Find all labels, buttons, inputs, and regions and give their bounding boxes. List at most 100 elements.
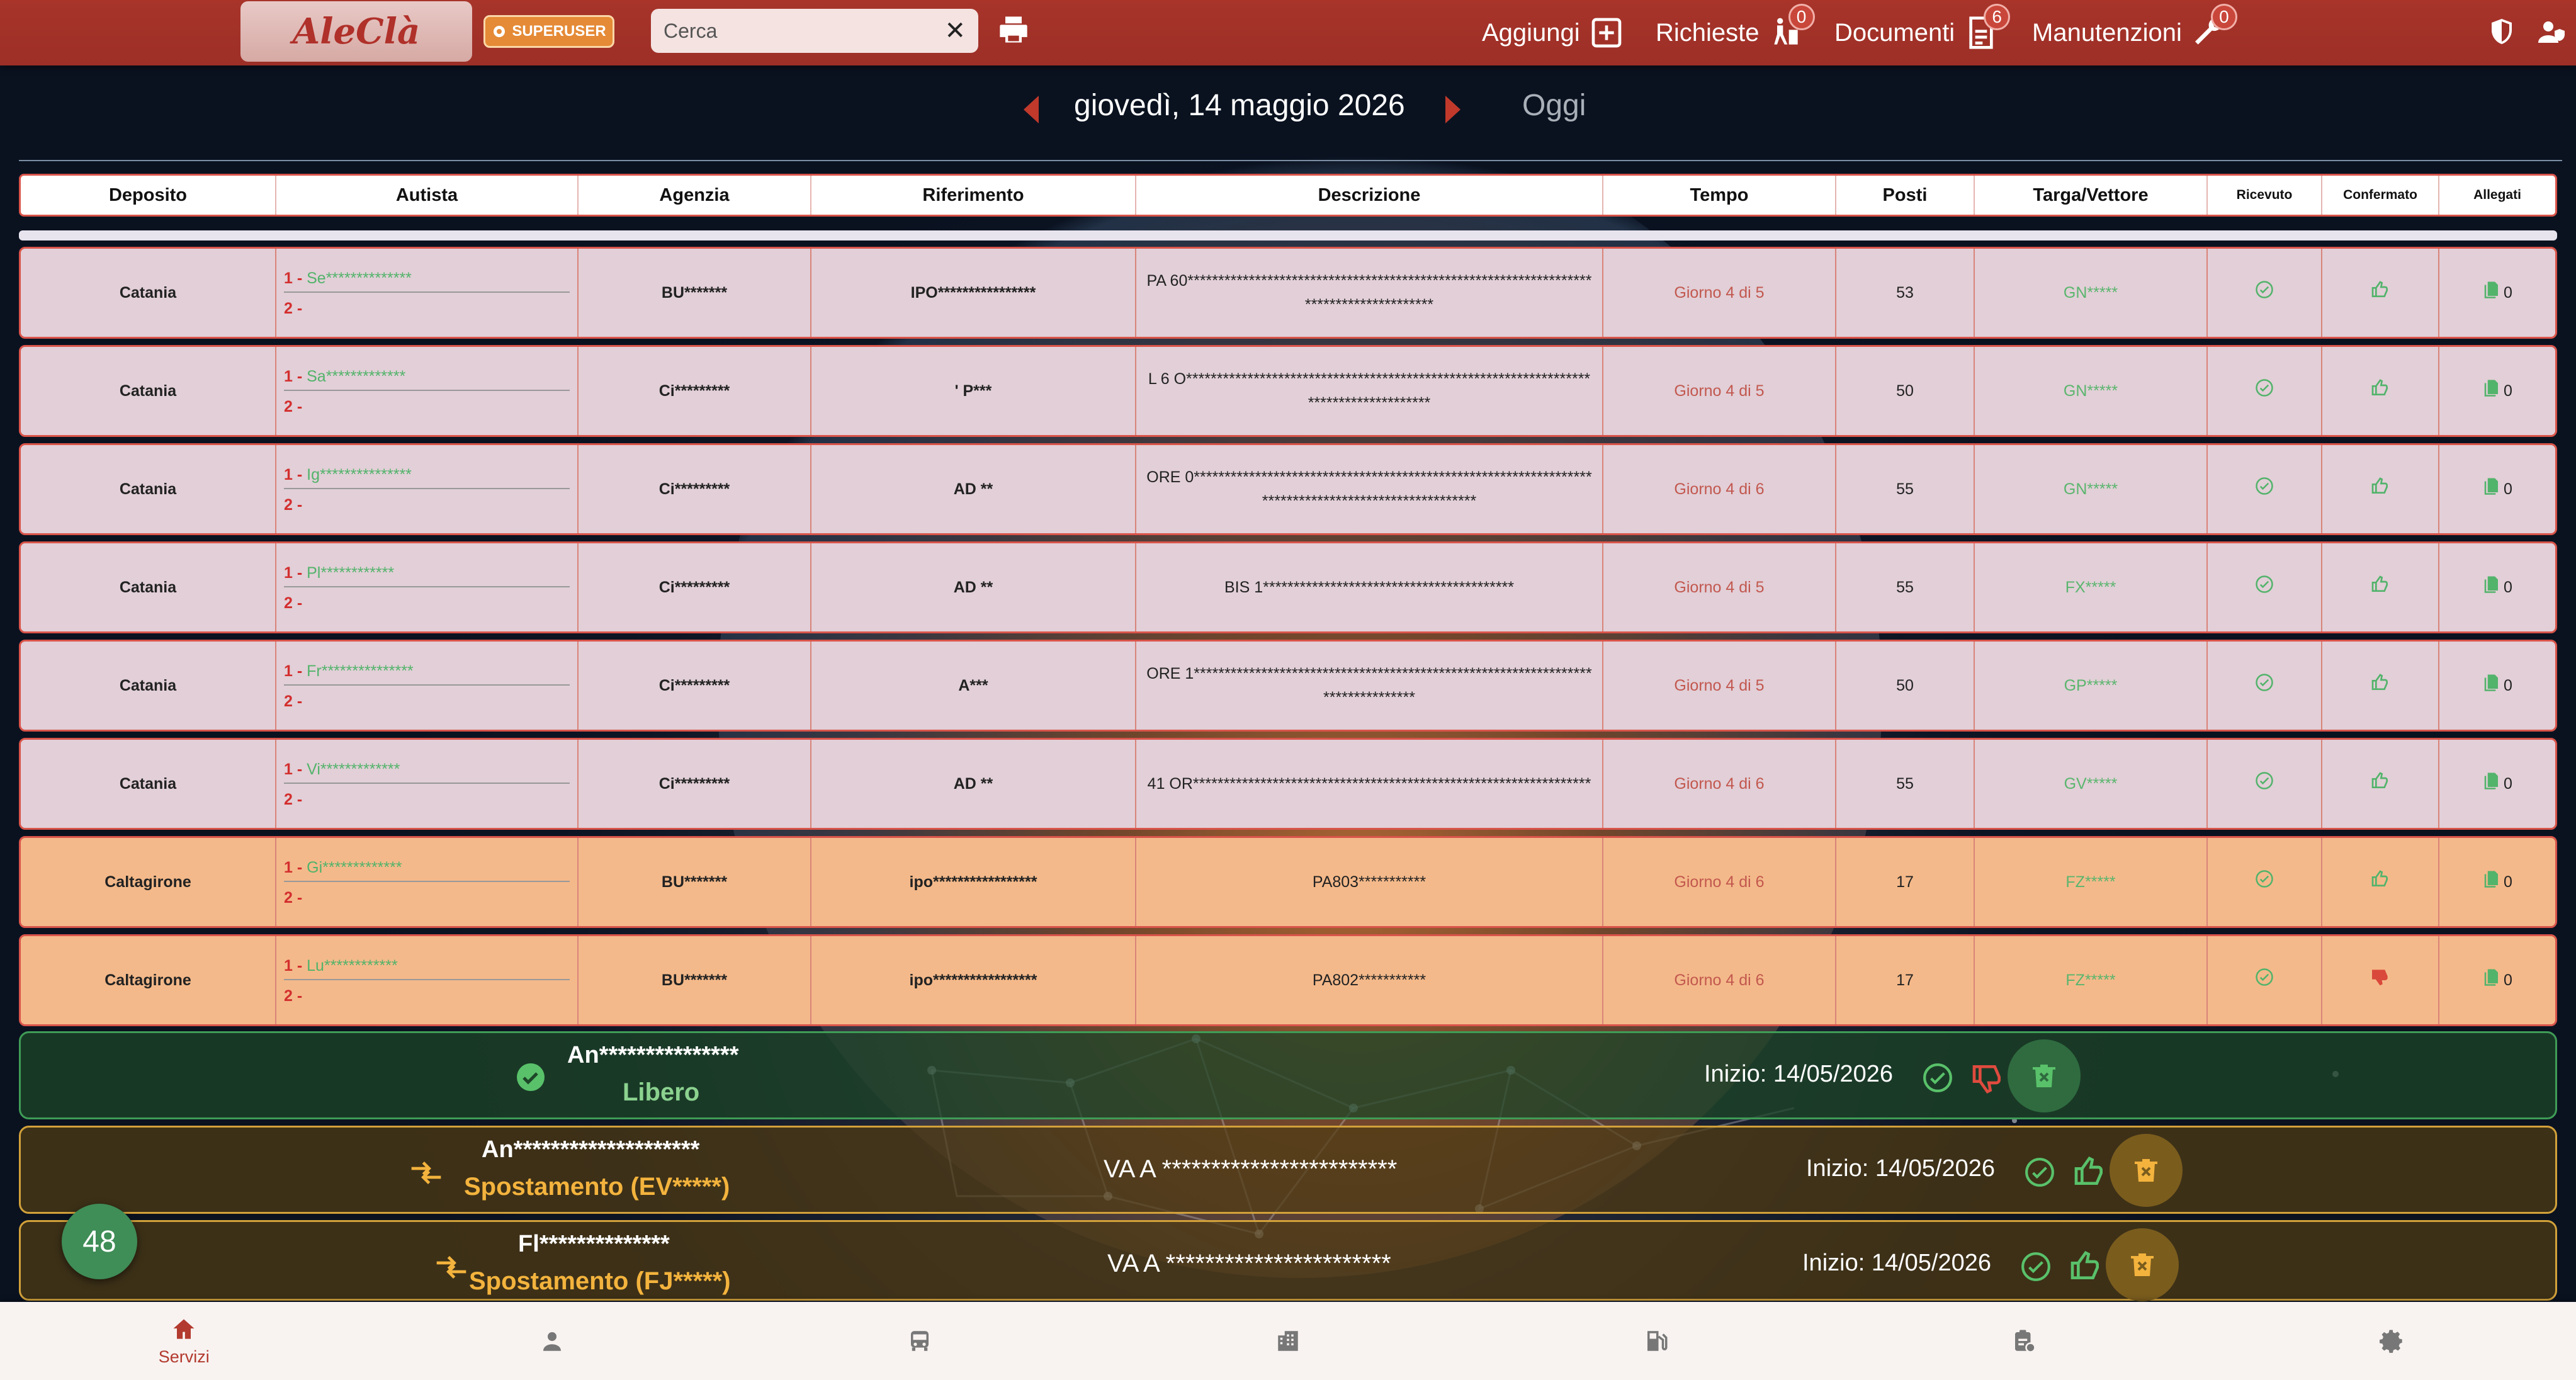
cell-targa[interactable]: FX***** bbox=[1975, 543, 2208, 631]
cell-allegati[interactable]: 0 bbox=[2439, 445, 2555, 533]
cell-ricevuto[interactable] bbox=[2208, 249, 2322, 337]
cell-confermato[interactable] bbox=[2322, 936, 2439, 1024]
received-check-icon[interactable] bbox=[2255, 477, 2274, 502]
cell-autista[interactable]: 1 - Ig*************** 2 - bbox=[276, 445, 579, 533]
table-row[interactable]: Catania 1 - Pl************ 2 - Ci********* A… bbox=[19, 541, 2557, 633]
cell-autista[interactable]: 1 - Lu************ 2 - bbox=[276, 936, 579, 1024]
cell-targa[interactable]: GV***** bbox=[1975, 740, 2208, 828]
driver-1[interactable]: 1 - Fr*************** bbox=[284, 657, 570, 686]
count-fab[interactable]: 48 bbox=[62, 1204, 137, 1279]
col-posti[interactable]: Posti bbox=[1836, 176, 1975, 215]
bottom-nav-mezzi[interactable] bbox=[736, 1302, 1104, 1380]
cell-ricevuto[interactable] bbox=[2208, 347, 2322, 435]
cell-targa[interactable]: FZ***** bbox=[1975, 838, 2208, 926]
nav-aggiungi[interactable]: Aggiungi bbox=[1482, 15, 1624, 50]
delete-button[interactable] bbox=[2008, 1039, 2081, 1112]
col-targa[interactable]: Targa/Vettore bbox=[1975, 176, 2208, 215]
attachment-icon[interactable] bbox=[2482, 966, 2501, 995]
received-check-icon[interactable] bbox=[2255, 968, 2274, 993]
thumb-down-icon[interactable] bbox=[2370, 967, 2390, 994]
cell-autista[interactable]: 1 - Sa************* 2 - bbox=[276, 347, 579, 435]
cell-confermato[interactable] bbox=[2322, 642, 2439, 730]
cell-targa[interactable]: FZ***** bbox=[1975, 936, 2208, 1024]
nav-manutenzioni[interactable]: Manutenzioni 0 bbox=[2032, 4, 2237, 50]
bottom-nav-impostazioni[interactable] bbox=[2208, 1302, 2576, 1380]
thumb-up-icon[interactable] bbox=[2370, 672, 2390, 699]
cell-allegati[interactable]: 0 bbox=[2439, 838, 2555, 926]
col-allegati[interactable]: Allegati bbox=[2439, 176, 2555, 215]
thumb-up-icon[interactable] bbox=[2370, 280, 2390, 307]
driver-1[interactable]: 1 - Gi************* bbox=[284, 853, 570, 882]
cell-confermato[interactable] bbox=[2322, 249, 2439, 337]
bottom-nav-autisti[interactable] bbox=[368, 1302, 737, 1380]
cell-confermato[interactable] bbox=[2322, 347, 2439, 435]
received-check-icon[interactable] bbox=[2255, 280, 2274, 306]
cell-ricevuto[interactable] bbox=[2208, 740, 2322, 828]
driver-1[interactable]: 1 - Pl************ bbox=[284, 558, 570, 587]
thumb-up-icon[interactable] bbox=[2068, 1248, 2103, 1284]
cell-targa[interactable]: GN***** bbox=[1975, 445, 2208, 533]
received-check-icon[interactable] bbox=[2255, 869, 2274, 895]
driver-2[interactable]: 2 - bbox=[284, 293, 570, 322]
thumb-up-icon[interactable] bbox=[2370, 771, 2390, 798]
received-check-icon[interactable] bbox=[2255, 673, 2274, 699]
cell-ricevuto[interactable] bbox=[2208, 445, 2322, 533]
driver-1[interactable]: 1 - Sa************* bbox=[284, 362, 570, 391]
thumb-up-icon[interactable] bbox=[2370, 476, 2390, 503]
cell-autista[interactable]: 1 - Fr*************** 2 - bbox=[276, 642, 579, 730]
cell-ricevuto[interactable] bbox=[2208, 838, 2322, 926]
bottom-nav-agenzie[interactable] bbox=[1104, 1302, 1472, 1380]
nav-richieste[interactable]: Richieste 0 bbox=[1656, 4, 1815, 50]
attachment-icon[interactable] bbox=[2482, 574, 2501, 602]
driver-2[interactable]: 2 - bbox=[284, 489, 570, 518]
thumb-up-icon[interactable] bbox=[2370, 869, 2390, 896]
thumb-up-icon[interactable] bbox=[2370, 574, 2390, 601]
received-check-icon[interactable] bbox=[2255, 575, 2274, 601]
cell-allegati[interactable]: 0 bbox=[2439, 543, 2555, 631]
col-descrizione[interactable]: Descrizione bbox=[1136, 176, 1603, 215]
received-check-icon[interactable] bbox=[2255, 771, 2274, 797]
driver-1[interactable]: 1 - Se************** bbox=[284, 264, 570, 293]
driver-1[interactable]: 1 - Lu************ bbox=[284, 951, 570, 980]
shield-icon[interactable] bbox=[2487, 16, 2517, 47]
table-row[interactable]: Catania 1 - Ig*************** 2 - Ci*******… bbox=[19, 443, 2557, 535]
cell-confermato[interactable] bbox=[2322, 543, 2439, 631]
attachment-icon[interactable] bbox=[2482, 279, 2501, 307]
table-row[interactable]: Catania 1 - Fr*************** 2 - Ci*******… bbox=[19, 640, 2557, 732]
table-row[interactable]: Catania 1 - Vi************* 2 - Ci*********… bbox=[19, 738, 2557, 830]
prev-day-icon[interactable] bbox=[1024, 96, 1039, 123]
col-riferimento[interactable]: Riferimento bbox=[811, 176, 1136, 215]
attachment-icon[interactable] bbox=[2482, 377, 2501, 405]
cell-targa[interactable]: GP***** bbox=[1975, 642, 2208, 730]
status-bar-spostamento-2[interactable]: Fl************** Spostamento (FJ*****) V… bbox=[19, 1220, 2557, 1301]
cell-autista[interactable]: 1 - Gi************* 2 - bbox=[276, 838, 579, 926]
driver-2[interactable]: 2 - bbox=[284, 587, 570, 616]
status-bar-spostamento-1[interactable]: An******************** Spostamento (EV**… bbox=[19, 1126, 2557, 1214]
next-day-icon[interactable] bbox=[1445, 96, 1460, 123]
nav-documenti[interactable]: Documenti 6 bbox=[1834, 4, 2011, 50]
driver-2[interactable]: 2 - bbox=[284, 391, 570, 420]
superuser-badge[interactable]: SUPERUSER bbox=[483, 15, 614, 48]
bottom-nav-servizi[interactable]: Servizi bbox=[0, 1302, 368, 1380]
received-check-icon[interactable] bbox=[1922, 1062, 1953, 1094]
delete-button[interactable] bbox=[2106, 1228, 2179, 1301]
cell-allegati[interactable]: 0 bbox=[2439, 642, 2555, 730]
cell-allegati[interactable]: 0 bbox=[2439, 347, 2555, 435]
cell-allegati[interactable]: 0 bbox=[2439, 936, 2555, 1024]
attachment-icon[interactable] bbox=[2482, 672, 2501, 700]
cell-targa[interactable]: GN***** bbox=[1975, 347, 2208, 435]
table-row[interactable]: Caltagirone 1 - Gi************* 2 - BU*****… bbox=[19, 836, 2557, 928]
cell-confermato[interactable] bbox=[2322, 740, 2439, 828]
attachment-icon[interactable] bbox=[2482, 475, 2501, 504]
cell-confermato[interactable] bbox=[2322, 838, 2439, 926]
col-ricevuto[interactable]: Ricevuto bbox=[2208, 176, 2322, 215]
cell-allegati[interactable]: 0 bbox=[2439, 249, 2555, 337]
col-confermato[interactable]: Confermato bbox=[2322, 176, 2439, 215]
driver-1[interactable]: 1 - Ig*************** bbox=[284, 460, 570, 489]
current-date[interactable]: giovedì, 14 maggio 2026 bbox=[1074, 88, 1405, 123]
cell-allegati[interactable]: 0 bbox=[2439, 740, 2555, 828]
driver-2[interactable]: 2 - bbox=[284, 784, 570, 813]
delete-button[interactable] bbox=[2110, 1134, 2183, 1207]
cell-targa[interactable]: GN***** bbox=[1975, 249, 2208, 337]
cell-confermato[interactable] bbox=[2322, 445, 2439, 533]
